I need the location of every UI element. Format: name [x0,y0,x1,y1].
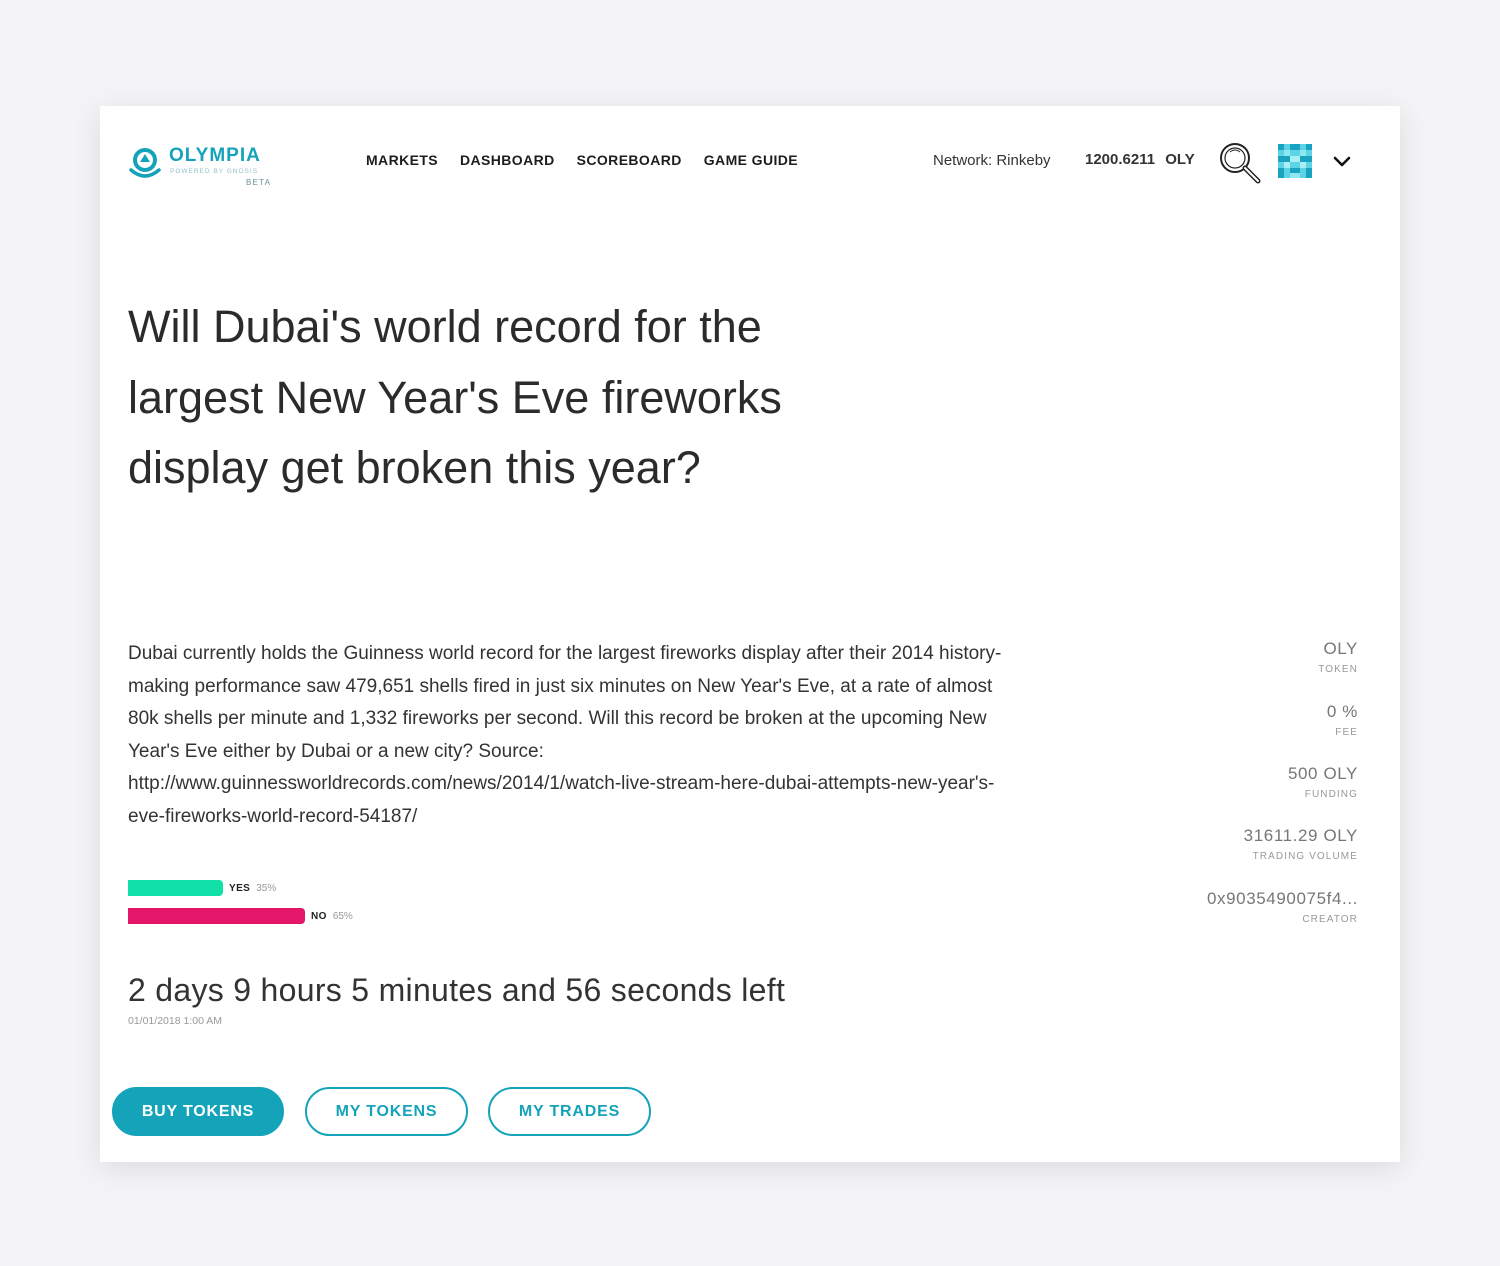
olympia-logo[interactable]: OLYMPIA POWERED BY GNOSIS BETA [128,144,278,194]
stat-trading-volume-label: TRADING VOLUME [1252,851,1358,862]
stat-token: OLY TOKEN [1318,639,1358,675]
stat-token-label: TOKEN [1318,664,1358,675]
market-title: Will Dubai's world record for the larges… [128,301,782,493]
market-description: Dubai currently holds the Guinness world… [128,643,1002,827]
balance-amount: 1200.6211 [1085,151,1156,168]
chevron-down-icon[interactable] [1332,154,1352,170]
identicon-avatar[interactable] [1278,144,1312,178]
nav-game-guide[interactable]: GAME GUIDE [704,152,798,168]
stat-fee-value: 0 % [1326,702,1358,721]
account-balance: 1200.6211 OLY [1085,151,1195,168]
outcome-yes-label: YES [229,882,251,894]
stat-creator-label: CREATOR [1302,914,1358,925]
logo-tagline: POWERED BY GNOSIS [170,168,259,175]
stat-funding: 500 OLY FUNDING [1288,764,1358,800]
stat-trading-volume-value: 31611.29 OLY [1243,826,1358,845]
nav-dashboard[interactable]: DASHBOARD [460,152,555,168]
my-tokens-button[interactable]: MY TOKENS [305,1087,468,1136]
outcome-no-bar [128,908,305,924]
outcome-no-percent: 65% [332,910,353,922]
outcome-yes-bar [128,880,223,896]
outcome-yes: YES 35% [128,880,276,896]
resolution-date: 01/01/2018 1:00 AM [128,1015,222,1027]
stat-token-value: OLY [1323,639,1358,658]
buy-tokens-button[interactable]: BUY TOKENS [112,1087,284,1136]
stat-trading-volume: 31611.29 OLY TRADING VOLUME [1244,826,1358,862]
stat-fee: 0 % FEE [1327,702,1358,738]
stat-fee-label: FEE [1335,727,1358,738]
nav-markets[interactable]: MARKETS [366,152,438,168]
my-trades-button[interactable]: MY TRADES [488,1087,651,1136]
nav-scoreboard[interactable]: SCOREBOARD [577,152,682,168]
olympia-logo-icon [129,148,161,178]
market-card: OLYMPIA POWERED BY GNOSIS BETA MARKETS D… [100,106,1400,1162]
network-indicator: Network: Rinkeby [933,152,1051,169]
stat-creator: 0x9035490075f4... CREATOR [1207,889,1358,925]
logo-wordmark: OLYMPIA [169,145,261,166]
outcome-no-label: NO [311,910,327,922]
stat-funding-label: FUNDING [1304,789,1358,800]
search-icon[interactable] [1218,141,1262,185]
stat-creator-value[interactable]: 0x9035490075f4... [1207,889,1358,909]
outcome-yes-percent: 35% [256,882,277,894]
balance-unit: OLY [1165,151,1195,168]
main-nav: MARKETS DASHBOARD SCOREBOARD GAME GUIDE [366,152,798,168]
outcome-no: NO 65% [128,908,353,924]
stat-funding-value: 500 OLY [1287,764,1358,783]
beta-badge: BETA [246,178,272,187]
time-left: 2 days 9 hours 5 minutes and 56 seconds … [128,972,786,1008]
